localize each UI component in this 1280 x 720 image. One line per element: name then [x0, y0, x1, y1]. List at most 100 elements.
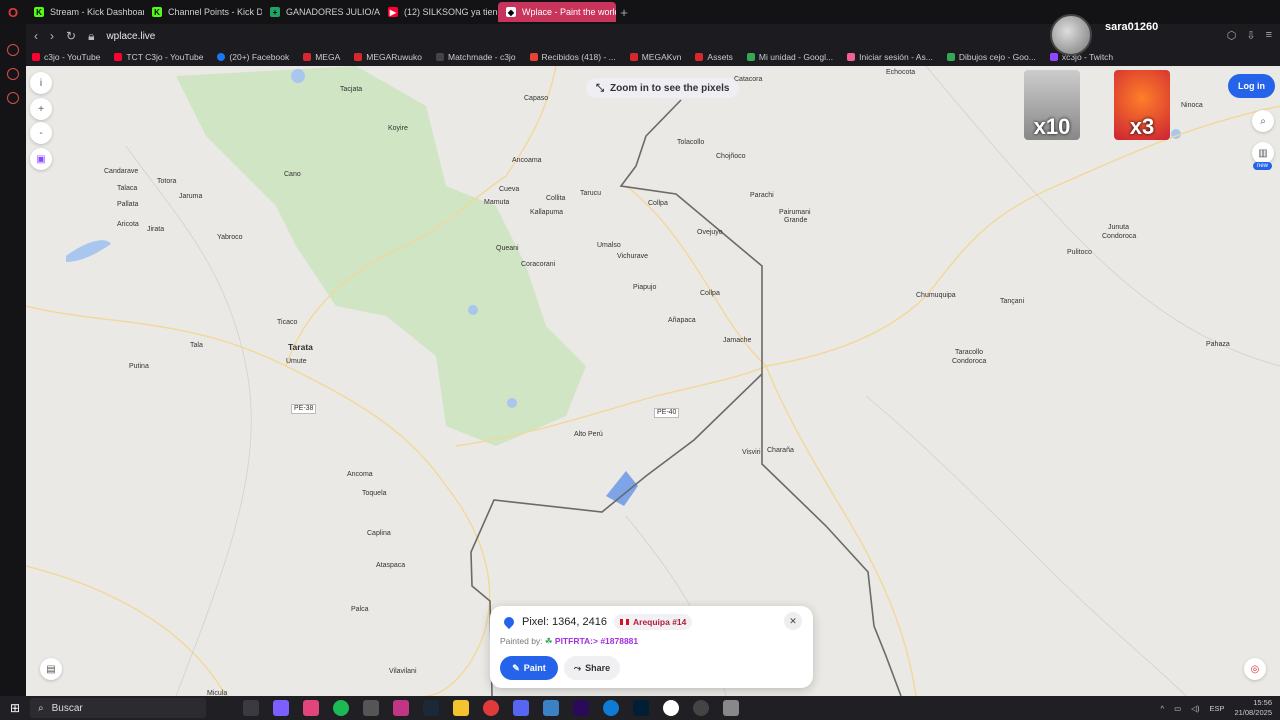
place-label: Umute	[286, 358, 307, 365]
bookmark[interactable]: Assets	[695, 52, 733, 62]
place-label: Vilavilani	[389, 668, 417, 675]
app-icon[interactable]	[693, 700, 709, 716]
forward-icon[interactable]: ›	[50, 29, 54, 43]
opera-logo-icon[interactable]: O	[0, 0, 26, 24]
bookmark-label: Assets	[707, 52, 733, 62]
tab-kick-dashboard[interactable]: K Stream - Kick Dashboard	[26, 2, 144, 22]
bookmark[interactable]: (20+) Facebook	[217, 52, 289, 62]
new-badge: new	[1253, 162, 1273, 170]
edge-icon[interactable]	[603, 700, 619, 716]
place-label: Coracorani	[521, 261, 556, 268]
language-indicator[interactable]: ESP	[1209, 704, 1224, 713]
new-tab-button[interactable]: +	[616, 5, 632, 20]
panel-toggle-icon[interactable]: ▤	[40, 658, 62, 680]
info-button[interactable]: i	[30, 72, 52, 94]
place-label: Pairumani	[779, 209, 811, 216]
zoom-in-button[interactable]: +	[30, 98, 52, 120]
volume-icon[interactable]: ◁)	[1191, 704, 1199, 713]
paint-button[interactable]: ✎ Paint	[500, 656, 558, 680]
close-button[interactable]: ✕	[784, 612, 802, 630]
place-label: Kallapuma	[530, 209, 564, 216]
leaderboard-icon[interactable]: ▥	[1252, 142, 1274, 164]
place-label: Toquela	[362, 490, 387, 497]
bookmark[interactable]: Dibujos cejo - Goo...	[946, 52, 1036, 62]
place-label: Ancoma	[347, 471, 373, 478]
app-icon[interactable]	[723, 700, 739, 716]
chevron-up-icon[interactable]: ^	[1161, 704, 1165, 713]
folder-icon[interactable]	[453, 700, 469, 716]
tab-ganadores[interactable]: +GANADORES JULIO/AGO	[262, 2, 380, 22]
bookmark[interactable]: MEGARuwuko	[354, 52, 422, 62]
menu-icon[interactable]: ≡	[1266, 29, 1272, 42]
tab-wplace[interactable]: ◆Wplace - Paint the world×	[498, 2, 616, 22]
bookmark[interactable]: Recibidos (418) - ...	[529, 52, 616, 62]
bookmark[interactable]: Mi unidad - Googl...	[746, 52, 833, 62]
network-icon[interactable]: ▭	[1174, 704, 1181, 713]
search-location-icon[interactable]: ⌕	[1252, 110, 1274, 132]
obs-icon[interactable]	[663, 700, 679, 716]
messenger-icon[interactable]	[7, 44, 19, 56]
share-label: Share	[585, 663, 611, 673]
premiere-icon[interactable]	[573, 700, 589, 716]
tab-label: Channel Points - Kick Da	[168, 7, 262, 17]
app-icon[interactable]	[273, 700, 289, 716]
tab-label: Stream - Kick Dashboard	[50, 7, 144, 17]
task-view-icon[interactable]	[243, 700, 259, 716]
bookmark[interactable]: Matchmade - c3jo	[435, 52, 516, 62]
app-icon[interactable]	[393, 700, 409, 716]
bookmark[interactable]: xc3jo - Twitch	[1049, 52, 1113, 62]
minus-icon: -	[39, 127, 43, 139]
login-button[interactable]: Log in	[1228, 74, 1275, 98]
zoom-out-button[interactable]: -	[30, 122, 52, 144]
bookmark[interactable]: c3jo - YouTube	[32, 52, 100, 62]
painter-name[interactable]: PITFRTA:> #1878881	[555, 636, 638, 646]
app-icon[interactable]	[513, 700, 529, 716]
bookmark[interactable]: Iniciar sesión - As...	[847, 52, 933, 62]
wplace-map-page[interactable]: Catacora Echocota Ninoca Tacjata Capaso Koyir…	[26, 66, 1280, 696]
bookmark[interactable]: TCT C3jo - YouTube	[114, 52, 203, 62]
road	[26, 305, 491, 696]
windows-start-icon[interactable]: ⊞	[0, 696, 30, 720]
place-label: Visviri	[742, 449, 761, 456]
place-label: Tala	[190, 342, 203, 349]
app-icon[interactable]	[363, 700, 379, 716]
bookmark[interactable]: MEGAKvn	[629, 52, 681, 62]
opera-icon[interactable]	[483, 700, 499, 716]
place-label: Aricota	[117, 221, 139, 228]
back-icon[interactable]: ‹	[34, 29, 38, 43]
place-label: Parachi	[750, 192, 774, 199]
url-field[interactable]: wplace.live	[106, 31, 155, 42]
clock[interactable]: 15:56 21/08/2025	[1234, 698, 1272, 718]
reload-icon[interactable]: ↻	[66, 29, 76, 43]
extensions-icon[interactable]: ⬡	[1227, 29, 1237, 42]
tab-youtube-silksong[interactable]: ▶(12) SILKSONG ya tiene F	[380, 2, 498, 22]
place-label: Añapaca	[668, 317, 696, 324]
place-label: Chojñoco	[716, 153, 746, 160]
bookmark-label: MEGA	[315, 52, 341, 62]
taskbar-search[interactable]: ⌕ Buscar	[30, 698, 206, 718]
place-label: Taracollo	[955, 349, 984, 356]
pixel-info-card: Pixel: 1364, 2416 Arequipa #14 ✕ Painted…	[490, 606, 813, 688]
whatsapp-icon[interactable]	[7, 68, 19, 80]
map-canvas[interactable]	[26, 66, 1280, 696]
steam-icon[interactable]	[423, 700, 439, 716]
stream-sticker: x3	[1114, 70, 1170, 140]
zoom-hint-text: Zoom in to see the pixels	[610, 82, 730, 94]
downloads-icon[interactable]: ⇩	[1246, 29, 1255, 42]
bookmark[interactable]: MEGA	[303, 52, 340, 62]
app-icon[interactable]	[543, 700, 559, 716]
tab-label: Wplace - Paint the world	[522, 7, 616, 17]
twitch-icon[interactable]: ▣	[30, 148, 52, 170]
spotify-icon[interactable]	[333, 700, 349, 716]
track	[865, 395, 1187, 696]
app-icon[interactable]	[303, 700, 319, 716]
instagram-icon[interactable]	[7, 92, 19, 104]
locate-icon[interactable]: ◎	[1244, 658, 1266, 680]
bookmark-label: MEGARuwuko	[366, 52, 422, 62]
share-button[interactable]: ⤳ Share	[564, 656, 620, 680]
photoshop-icon[interactable]	[633, 700, 649, 716]
place-label: Tacjata	[340, 86, 363, 93]
search-icon: ⌕	[38, 702, 44, 714]
region-badge[interactable]: Arequipa #14	[614, 614, 693, 630]
tab-channel-points[interactable]: K Channel Points - Kick Da	[144, 2, 262, 22]
